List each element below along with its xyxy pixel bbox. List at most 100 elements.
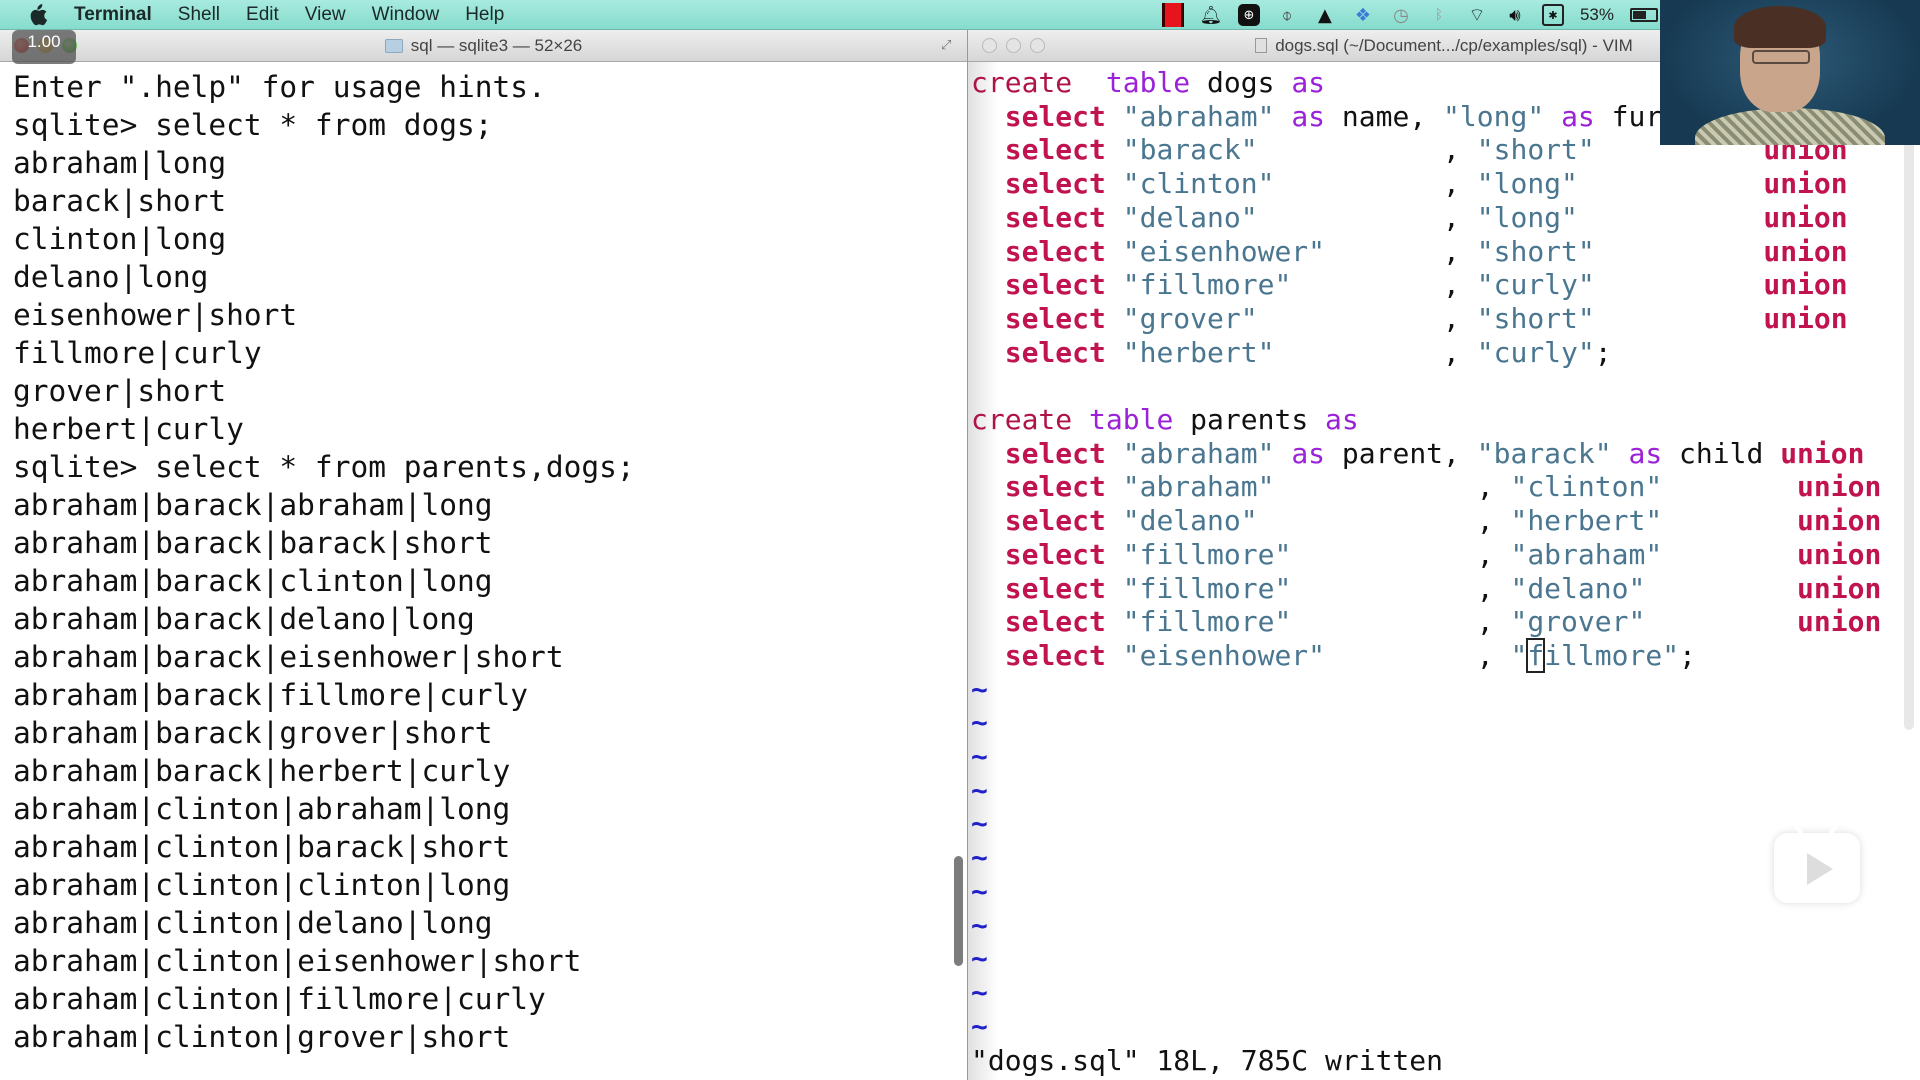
terminal-line: abraham|clinton|abraham|long bbox=[13, 792, 511, 826]
str-token: "curly" bbox=[1476, 335, 1595, 369]
fullscreen-icon[interactable]: ⤢ bbox=[941, 38, 957, 54]
notification-bell-icon[interactable]: 🔔︎ bbox=[1200, 4, 1223, 26]
terminal-titlebar[interactable]: sql — sqlite3 — 52×26 ⤢ bbox=[0, 30, 967, 62]
terminal-line: abraham|barack|abraham|long bbox=[13, 488, 493, 522]
google-drive-icon[interactable]: ▲ bbox=[1314, 4, 1336, 26]
close-button[interactable] bbox=[982, 38, 997, 53]
menu-edit[interactable]: Edit bbox=[246, 4, 279, 26]
menu-terminal[interactable]: Terminal bbox=[74, 4, 152, 26]
kw-select-token: select bbox=[1004, 268, 1106, 302]
screen-record-icon[interactable] bbox=[1161, 3, 1184, 27]
kw-union-token: union bbox=[1797, 537, 1882, 571]
zoom-button[interactable] bbox=[1030, 38, 1045, 53]
wifi-icon[interactable]: ⌔ bbox=[1466, 4, 1488, 26]
kw-select-token: select bbox=[1004, 537, 1106, 571]
terminal-line: grover|short bbox=[13, 374, 227, 408]
menu-shell[interactable]: Shell bbox=[178, 4, 220, 26]
paperclip-icon[interactable]: ⌽ bbox=[1276, 4, 1298, 26]
text-cursor: f bbox=[1526, 637, 1546, 673]
kw-union-token: union bbox=[1780, 436, 1865, 470]
terminal-line: abraham|clinton|barack|short bbox=[13, 830, 511, 864]
kw-select-token: select bbox=[1004, 234, 1106, 268]
kw-select-token: select bbox=[1004, 571, 1106, 605]
code-text: parents bbox=[1173, 403, 1326, 437]
menu-view[interactable]: View bbox=[305, 4, 346, 26]
apple-menu-icon[interactable] bbox=[26, 3, 52, 27]
str-token: "long" bbox=[1443, 99, 1545, 133]
str-token: " bbox=[1510, 638, 1528, 672]
vim-scrollbar[interactable] bbox=[1904, 130, 1914, 730]
menu-window[interactable]: Window bbox=[372, 4, 440, 26]
code-line: create table parents as bbox=[971, 403, 1920, 437]
menu-help[interactable]: Help bbox=[465, 4, 504, 26]
terminal-line: Enter ".help" for usage hints. bbox=[13, 70, 546, 104]
code-text: , bbox=[1257, 200, 1477, 234]
terminal-line: abraham|barack|grover|short bbox=[13, 716, 493, 750]
app-status-icon[interactable]: ⊕ bbox=[1237, 4, 1260, 26]
str-token: "fillmore" bbox=[1122, 571, 1292, 605]
terminal-window: sql — sqlite3 — 52×26 ⤢ Enter ".help" fo… bbox=[0, 30, 968, 1080]
str-token: "herbert" bbox=[1510, 504, 1663, 538]
video-play-watermark[interactable] bbox=[1774, 821, 1860, 903]
str-token: "curly" bbox=[1476, 268, 1595, 302]
code-line: select "delano" , "long" union bbox=[971, 201, 1920, 235]
code-text: , bbox=[1325, 234, 1477, 268]
str-token: "short" bbox=[1476, 133, 1595, 167]
battery-percent: 53% bbox=[1579, 5, 1614, 24]
code-line: select "herbert" , "curly"; bbox=[971, 336, 1920, 370]
play-icon bbox=[1807, 853, 1833, 885]
time-machine-icon[interactable]: ◷ bbox=[1390, 4, 1412, 26]
volume-icon[interactable]: 🔊︎ bbox=[1504, 4, 1526, 26]
minimize-button[interactable] bbox=[1006, 38, 1021, 53]
terminal-line: fillmore|curly bbox=[13, 336, 262, 370]
kw-as-token: as bbox=[1291, 99, 1326, 133]
kw-select-token: select bbox=[1004, 504, 1106, 538]
code-line: select "abraham" as parent, "barack" as … bbox=[971, 437, 1920, 471]
bluetooth-icon[interactable]: ᛒ bbox=[1428, 4, 1450, 26]
terminal-line: abraham|barack|barack|short bbox=[13, 526, 493, 560]
code-line: select "eisenhower" , "short" union bbox=[971, 235, 1920, 269]
presenter-glasses bbox=[1752, 50, 1810, 64]
kw-select-token: select bbox=[1004, 133, 1106, 167]
code-text: , bbox=[1274, 470, 1511, 504]
dropbox-icon[interactable]: ❖ bbox=[1352, 4, 1374, 26]
terminal-line: sqlite> select * from dogs; bbox=[13, 108, 493, 142]
terminal-scrollbar[interactable] bbox=[954, 856, 963, 966]
empty-line-tilde: ~ bbox=[971, 706, 988, 740]
kw-select-token: select bbox=[1004, 335, 1106, 369]
terminal-output[interactable]: Enter ".help" for usage hints. sqlite> se… bbox=[0, 62, 967, 1056]
battery-icon[interactable] bbox=[1630, 8, 1658, 22]
terminal-line: herbert|curly bbox=[13, 412, 244, 446]
kw-union-token: union bbox=[1797, 571, 1882, 605]
empty-line-tilde: ~ bbox=[971, 975, 988, 1009]
kw-as-token: as bbox=[1291, 436, 1326, 470]
input-menu-icon[interactable]: ✱ bbox=[1541, 4, 1564, 26]
code-line: select "fillmore" , "delano" union bbox=[971, 572, 1920, 606]
code-text: , bbox=[1257, 301, 1477, 335]
terminal-line: abraham|long bbox=[13, 146, 227, 180]
empty-line-tilde: ~ bbox=[971, 908, 988, 942]
kw-select-token: select bbox=[1004, 167, 1106, 201]
kw-create-token: create bbox=[971, 66, 1073, 99]
terminal-line: abraham|barack|fillmore|curly bbox=[13, 678, 529, 712]
kw-as-token: as bbox=[1291, 66, 1326, 99]
code-text: , bbox=[1274, 335, 1477, 369]
